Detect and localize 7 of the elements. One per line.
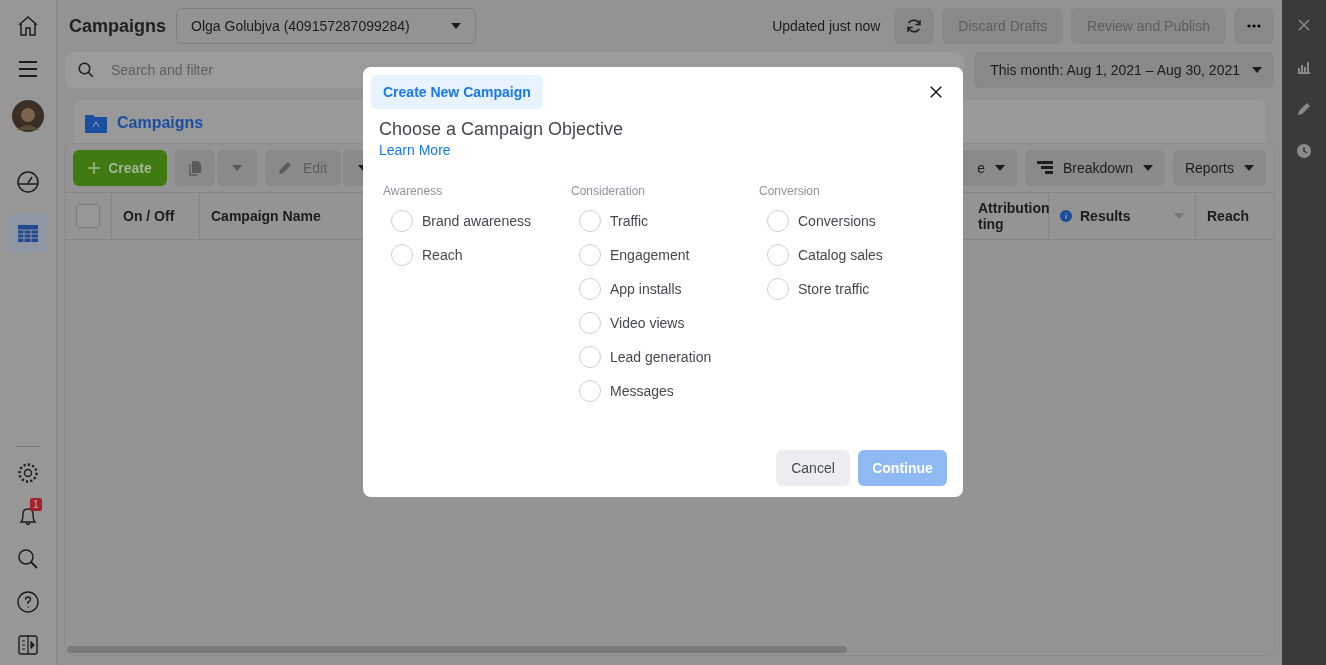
group-label: Consideration (571, 184, 647, 198)
update-status: Updated just now (772, 18, 881, 34)
page-title: Campaigns (69, 15, 167, 37)
notification-badge: 1 (30, 498, 42, 511)
group-label: Awareness (383, 184, 444, 198)
group-label: Conversion (759, 184, 821, 198)
dialog-title: Choose a Campaign Objective (379, 119, 625, 140)
